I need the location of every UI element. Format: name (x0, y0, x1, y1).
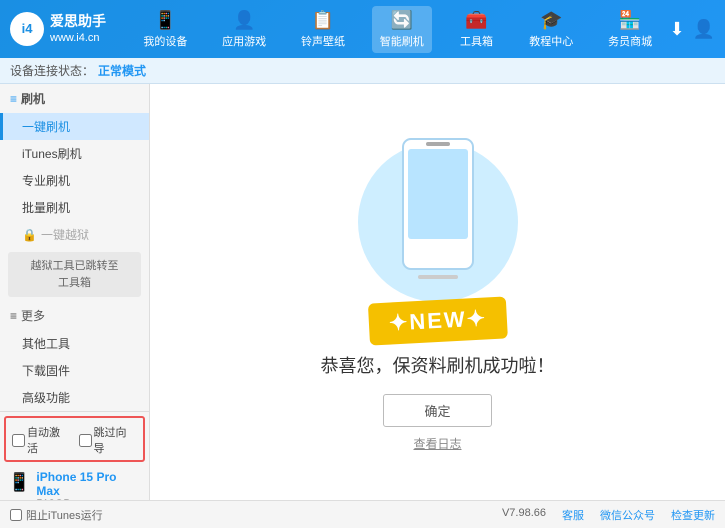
toolbox-notice: 越狱工具已跳转至 工具箱 (8, 252, 141, 297)
sidebar-item-batch-flash[interactable]: 批量刷机 (0, 194, 149, 221)
wechat-link[interactable]: 微信公众号 (600, 507, 655, 523)
lock-icon: 🔒 (22, 228, 37, 242)
nav-apps[interactable]: 👤 应用游戏 (214, 6, 274, 53)
brand-name: 爱思助手 (50, 12, 106, 32)
phone-illustration: ✦ ✦ ✦NEW✦ (338, 132, 538, 352)
content-area: ✦ ✦ ✦NEW✦ 恭喜您，保资料刷机成功啦！ 确定 查看日志 (150, 84, 725, 500)
sync-contacts-checkbox[interactable] (79, 434, 92, 447)
footer: 阻止iTunes运行 V7.98.66 客服 微信公众号 检查更新 (0, 500, 725, 528)
nav-my-device[interactable]: 📱 我的设备 (135, 6, 195, 53)
tutorials-icon: 🎓 (540, 10, 562, 31)
device-options: 自动激活 跳过向导 (4, 416, 145, 462)
nav-ringtones[interactable]: 📋 铃声壁纸 (293, 6, 353, 53)
sub-header: 设备连接状态： 正常模式 (0, 58, 725, 84)
sidebar: ≡ 刷机 一键刷机 iTunes刷机 专业刷机 批量刷机 🔒 一键越狱 越狱工具… (0, 84, 150, 500)
version-label: V7.98.66 (502, 507, 546, 523)
nav-label: 工具箱 (460, 33, 493, 49)
device-icon: 📱 (154, 10, 176, 31)
store-icon: 🏪 (619, 10, 641, 31)
sidebar-item-itunes-flash[interactable]: iTunes刷机 (0, 140, 149, 167)
nav-tutorials[interactable]: 🎓 教程中心 (521, 6, 581, 53)
nav-label: 务员商城 (608, 33, 652, 49)
device-storage: 512GB (36, 498, 141, 500)
sparkle-right: ✦ (499, 152, 509, 166)
sidebar-item-one-click-flash[interactable]: 一键刷机 (0, 113, 149, 140)
ringtones-icon: 📋 (312, 10, 334, 31)
flash-section-icon: ≡ (10, 92, 17, 106)
device-info: 📱 iPhone 15 Pro Max 512GB iPhone (0, 466, 149, 500)
apps-icon: 👤 (233, 10, 255, 31)
nav-bar: 📱 我的设备 👤 应用游戏 📋 铃声壁纸 🔄 智能刷机 🧰 工具箱 🎓 教程中心… (126, 6, 669, 53)
log-link[interactable]: 查看日志 (413, 435, 461, 452)
nav-label: 我的设备 (143, 33, 187, 49)
auto-activate-label[interactable]: 自动激活 (12, 424, 71, 456)
nav-tools[interactable]: 🧰 工具箱 (451, 6, 503, 53)
logo-icon: i4 (10, 12, 44, 46)
nav-label: 铃声壁纸 (301, 33, 345, 49)
flash-section-header: ≡ 刷机 (0, 84, 149, 113)
more-section-header: ≡ 更多 (0, 301, 149, 330)
nav-store[interactable]: 🏪 务员商城 (600, 6, 660, 53)
check-update-link[interactable]: 检查更新 (671, 507, 715, 523)
sidebar-item-other-tools[interactable]: 其他工具 (0, 330, 149, 357)
footer-right: V7.98.66 客服 微信公众号 检查更新 (502, 507, 715, 523)
block-itunes-checkbox[interactable] (10, 509, 22, 521)
user-btn[interactable]: 👤 (693, 19, 715, 40)
download-btn[interactable]: ⬇ (669, 19, 684, 40)
footer-left: 阻止iTunes运行 (10, 507, 103, 523)
device-panel: 自动激活 跳过向导 📱 iPhone 15 Pro Max 512GB iPho… (0, 411, 149, 500)
status-value: 正常模式 (98, 62, 146, 79)
flash-icon: 🔄 (391, 10, 413, 31)
status-prefix: 设备连接状态： (10, 62, 94, 79)
device-phone-icon: 📱 (8, 472, 30, 493)
tools-icon: 🧰 (465, 10, 487, 31)
sidebar-item-pro-flash[interactable]: 专业刷机 (0, 167, 149, 194)
main-layout: ≡ 刷机 一键刷机 iTunes刷机 专业刷机 批量刷机 🔒 一键越狱 越狱工具… (0, 84, 725, 500)
confirm-button[interactable]: 确定 (383, 394, 491, 427)
logo: i4 爱思助手 www.i4.cn (10, 12, 106, 47)
nav-label: 应用游戏 (222, 33, 266, 49)
phone-svg (398, 137, 478, 287)
device-details: iPhone 15 Pro Max 512GB iPhone (36, 470, 141, 500)
auto-activate-checkbox[interactable] (12, 434, 25, 447)
more-icon: ≡ (10, 309, 17, 323)
sparkle-left: ✦ (368, 147, 381, 167)
sidebar-item-jailbreak: 🔒 一键越狱 (0, 221, 149, 248)
feedback-link[interactable]: 客服 (562, 507, 584, 523)
nav-label: 教程中心 (529, 33, 573, 49)
nav-smart-flash[interactable]: 🔄 智能刷机 (372, 6, 432, 53)
sidebar-item-download-firmware[interactable]: 下载固件 (0, 357, 149, 384)
brand-url: www.i4.cn (50, 31, 106, 46)
nav-right: ⬇ 👤 (669, 19, 715, 40)
success-message: 恭喜您，保资料刷机成功啦！ (321, 352, 555, 378)
sidebar-item-advanced[interactable]: 高级功能 (0, 384, 149, 411)
block-itunes-label: 阻止iTunes运行 (26, 507, 103, 523)
nav-label: 智能刷机 (380, 33, 424, 49)
sync-contacts-label[interactable]: 跳过向导 (79, 424, 138, 456)
new-text: ✦NEW✦ (388, 305, 487, 335)
logo-text: 爱思助手 www.i4.cn (50, 12, 106, 47)
header: i4 爱思助手 www.i4.cn 📱 我的设备 👤 应用游戏 📋 铃声壁纸 🔄… (0, 0, 725, 58)
new-badge: ✦NEW✦ (367, 296, 507, 345)
device-name: iPhone 15 Pro Max (36, 470, 141, 498)
